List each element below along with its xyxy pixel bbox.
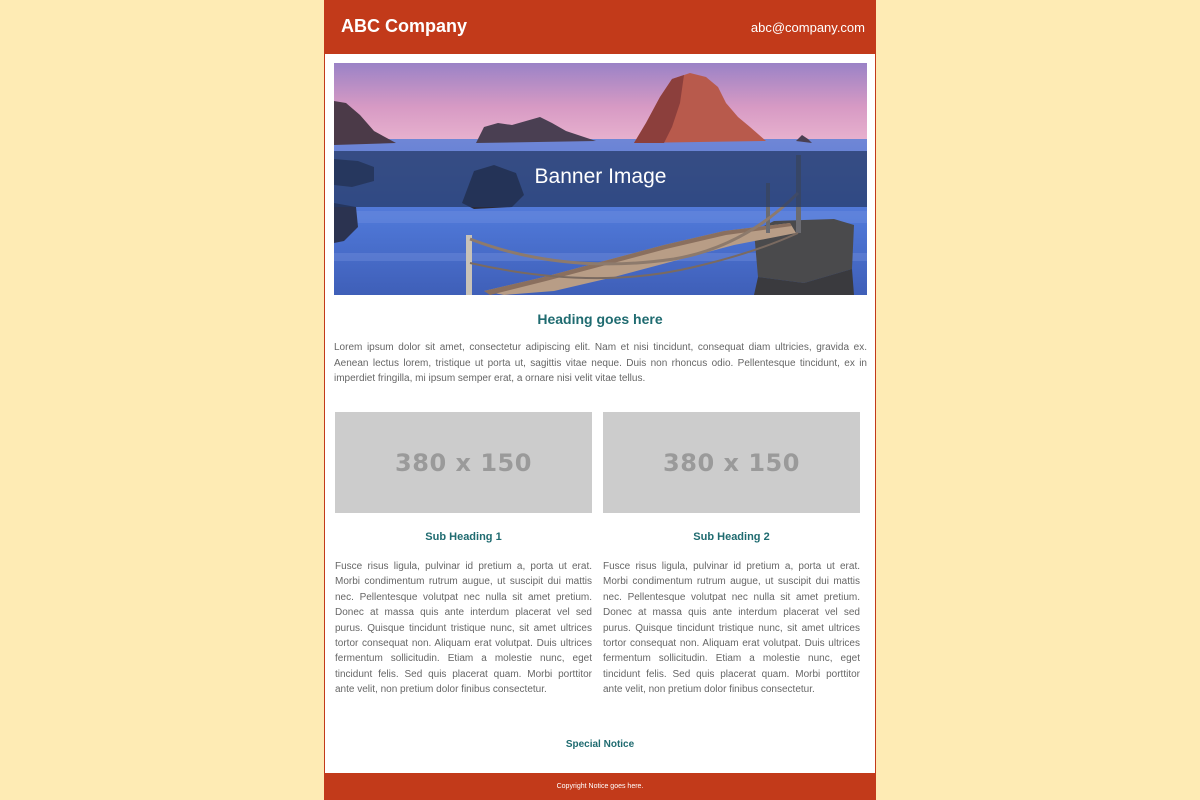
column-text-1: Fusce risus ligula, pulvinar id pretium … xyxy=(335,561,592,696)
main-heading: Heading goes here xyxy=(537,311,663,327)
image-placeholder-2: 380 x 150 xyxy=(603,412,860,513)
intro-paragraph: Lorem ipsum dolor sit amet, consectetur … xyxy=(334,342,867,384)
email-footer: Copyright Notice goes here. xyxy=(325,773,875,800)
contact-email-link[interactable]: abc@company.com xyxy=(751,20,865,35)
column-text-2: Fusce risus ligula, pulvinar id pretium … xyxy=(603,561,860,696)
company-name: ABC Company xyxy=(341,16,468,36)
copyright-notice: Copyright Notice goes here. xyxy=(556,783,644,790)
sub-heading-1: Sub Heading 1 xyxy=(425,531,502,543)
banner-label: Banner Image xyxy=(534,165,667,188)
special-notice: Special Notice xyxy=(565,739,635,750)
email-container: ABC Company abc@company.com Banner Image… xyxy=(324,0,876,800)
image-placeholder-1: 380 x 150 xyxy=(335,412,592,513)
email-header: ABC Company abc@company.com xyxy=(325,0,875,54)
sub-heading-2: Sub Heading 2 xyxy=(693,531,770,543)
banner-image: Banner Image xyxy=(334,63,867,295)
